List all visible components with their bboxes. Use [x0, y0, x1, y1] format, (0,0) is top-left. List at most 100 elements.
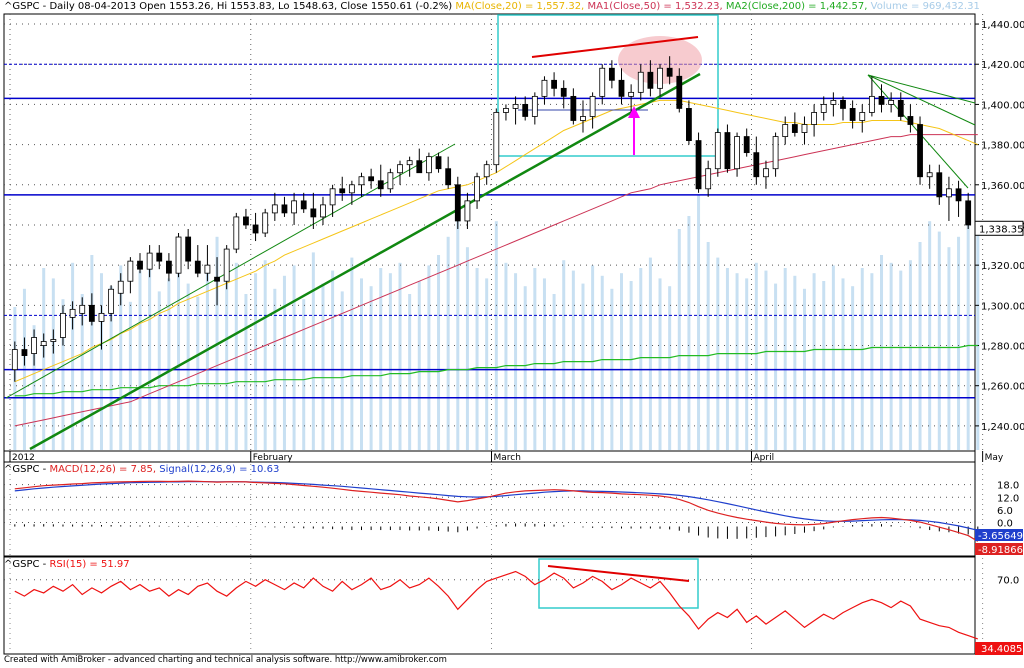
bearish-candle: [849, 108, 856, 121]
bearish-candle: [570, 95, 577, 121]
rsi-divergence-line: [547, 565, 690, 582]
rsi-tick-label: 70.0: [997, 576, 1019, 587]
volume-bar: [600, 275, 604, 450]
volume-bar: [735, 273, 739, 450]
price-tick-label: 1,260.00: [981, 382, 1024, 393]
bearish-candle: [551, 79, 557, 89]
volume-bar: [456, 203, 460, 450]
date-axis-strip: [3, 450, 976, 463]
bearish-candle: [165, 260, 172, 274]
bearish-candle: [618, 79, 625, 97]
volume-bar: [851, 286, 855, 450]
volume-bar: [870, 273, 874, 450]
volume-bar: [244, 294, 248, 450]
bearish-candle: [840, 99, 846, 109]
volume-bar: [658, 278, 662, 450]
ma200-text: MA2(Close,200) = 1,442.57,: [725, 1, 868, 12]
price-tick-label: 1,300.00: [981, 301, 1024, 312]
bullish-candle: [223, 248, 230, 282]
bullish-candle: [397, 164, 403, 174]
volume-bar: [282, 275, 286, 450]
volume-bar: [947, 247, 951, 450]
bullish-candle: [69, 308, 76, 318]
volume-bar: [591, 265, 595, 450]
bullish-candle: [859, 112, 866, 121]
bullish-candle: [11, 349, 18, 371]
bearish-candle: [676, 75, 683, 109]
volume-bar: [234, 262, 238, 450]
bullish-candle: [493, 112, 500, 166]
bullish-candle: [868, 95, 875, 113]
bearish-candle: [917, 124, 923, 178]
bullish-candle: [60, 312, 66, 338]
macd-tick-label: 6.0: [997, 506, 1013, 517]
volume-bar: [186, 283, 190, 450]
rsi-line: [14, 570, 978, 640]
bearish-candle: [724, 132, 731, 170]
bullish-candle: [291, 200, 297, 214]
month-label: February: [253, 453, 294, 463]
price-tick-label: 1,320.00: [981, 261, 1024, 272]
macd-line: [14, 480, 979, 542]
bearish-candle: [907, 116, 914, 125]
volume-bar: [812, 273, 816, 450]
volume-bar: [793, 275, 797, 450]
ohlc-text: ^GSPC - Daily 08-04-2013 Open 1553.26, H…: [4, 1, 453, 12]
volume-bar: [51, 278, 55, 450]
bearish-candle: [955, 188, 962, 202]
volume-bar: [494, 221, 498, 450]
volume-bar: [99, 273, 103, 450]
chart-window: 1,440.00 1,420.00 1,400.00 1,380.00 1,360.00…: [0, 0, 1024, 668]
price-tick-label: 1,280.00: [981, 342, 1024, 353]
volume-bar: [629, 281, 633, 450]
bearish-candle: [878, 95, 885, 105]
volume-bar: [937, 231, 941, 450]
volume-bar: [311, 252, 315, 450]
rsi-pane-frame: [3, 556, 976, 655]
macd-value-label: -3.65649: [978, 531, 1023, 542]
volume-bar: [639, 268, 643, 450]
volume-bar: [581, 283, 585, 450]
bullish-candle: [464, 200, 471, 222]
volume-text: Volume = 969,432.31: [870, 1, 980, 12]
bearish-candle: [310, 208, 317, 218]
bearish-candle: [936, 172, 943, 198]
volume-bar: [687, 216, 691, 450]
volume-bar: [745, 278, 749, 450]
macd-tick-label: 12.0: [997, 493, 1019, 504]
bearish-candle: [522, 104, 529, 117]
bearish-candle: [753, 152, 760, 178]
rsi-header: ^GSPC - RSI(15) = 51.97: [4, 559, 130, 571]
bullish-candle: [348, 184, 355, 194]
volume-bar: [514, 273, 518, 450]
volume-bar: [302, 299, 306, 450]
bullish-candle: [589, 95, 596, 117]
volume-bar: [465, 247, 469, 450]
bearish-candle: [686, 108, 692, 141]
volume-bar: [42, 268, 46, 450]
bullish-candle: [146, 252, 153, 270]
volume-bar: [408, 294, 412, 450]
bullish-candle: [127, 260, 134, 282]
bullish-candle: [772, 136, 779, 170]
volume-bar: [533, 268, 537, 450]
volume-bar: [225, 281, 229, 450]
bullish-candle: [599, 67, 606, 97]
bearish-candle: [214, 276, 220, 282]
volume-bar: [552, 294, 556, 450]
bullish-candle: [782, 124, 789, 137]
bullish-candle: [204, 264, 211, 274]
volume-bar: [379, 268, 383, 450]
bullish-candle: [31, 337, 37, 354]
volume-bar: [957, 236, 961, 450]
volume-bar: [860, 268, 864, 450]
macd-prefix: ^GSPC -: [4, 464, 50, 475]
volume-bar: [841, 278, 845, 450]
volume-bar: [706, 242, 710, 450]
bearish-candle: [368, 176, 375, 182]
bullish-candle: [98, 312, 105, 322]
volume-bar: [918, 242, 922, 450]
bullish-candle: [387, 172, 394, 190]
volume-bar: [774, 283, 778, 450]
bearish-candle: [194, 260, 201, 274]
